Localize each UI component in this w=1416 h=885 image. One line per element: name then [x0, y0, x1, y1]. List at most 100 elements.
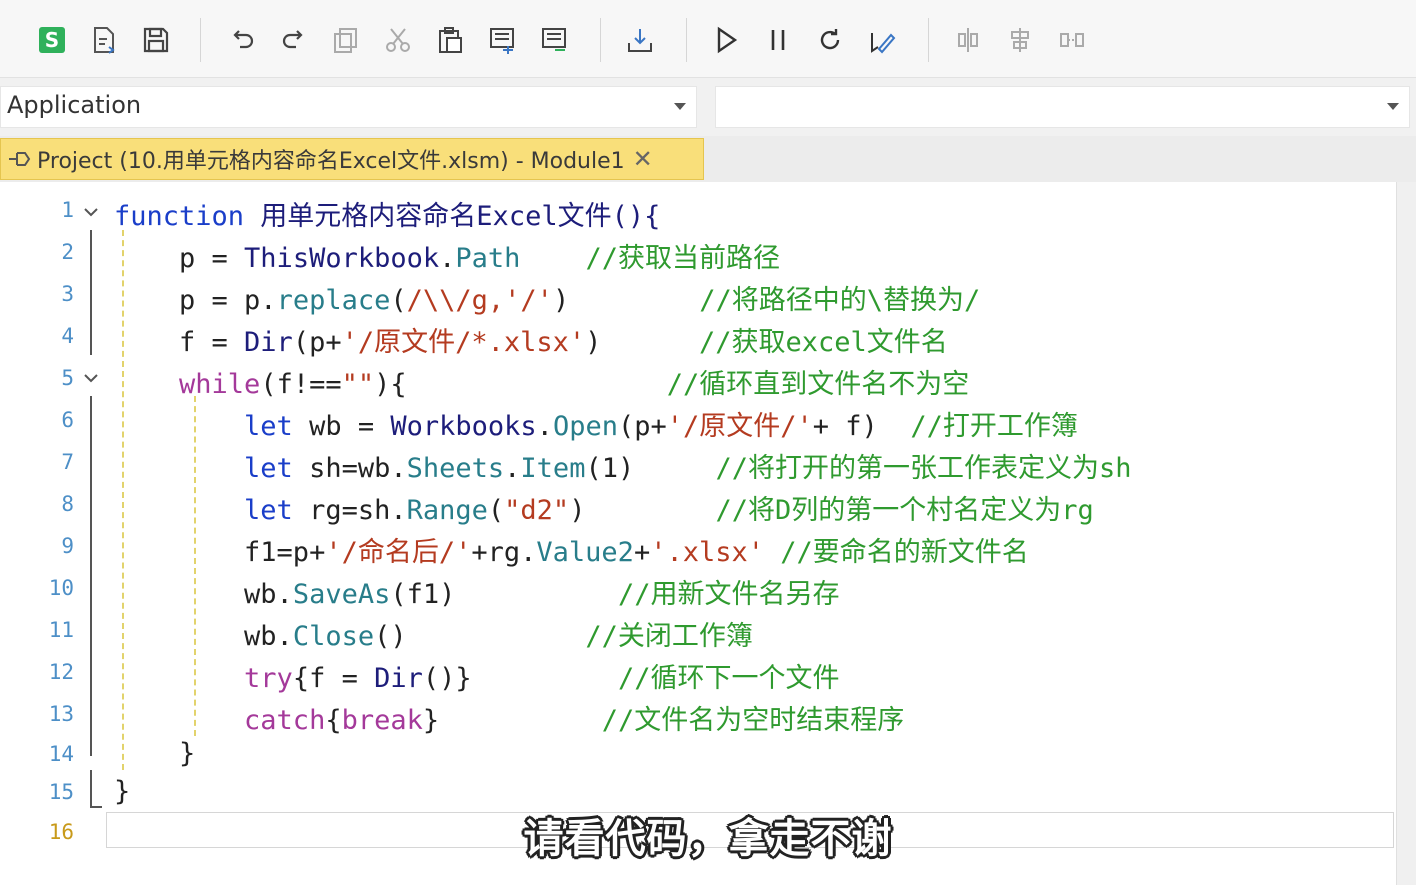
- code-text: (f!==: [260, 369, 342, 400]
- fold-line: [90, 396, 92, 756]
- s-logo-icon[interactable]: S: [34, 22, 70, 58]
- line-number: 2: [61, 240, 74, 264]
- function-name: 用单元格内容命名Excel文件(){: [244, 201, 661, 232]
- pause-icon[interactable]: [760, 22, 796, 58]
- property-token: SaveAs: [292, 579, 391, 610]
- tab-module1[interactable]: Project (10.用单元格内容命名Excel文件.xlsm) - Modu…: [0, 138, 704, 180]
- code-line-10: wb.SaveAs(f1) //用新文件名另存: [114, 572, 839, 612]
- line-number: 15: [48, 780, 74, 804]
- fold-chevron-icon[interactable]: [83, 370, 99, 386]
- code-text: }: [114, 776, 131, 807]
- code-text: f1=p+: [114, 537, 326, 568]
- paste-icon[interactable]: [432, 22, 468, 58]
- chevron-down-icon: [1387, 103, 1399, 110]
- string-token: '/原文件/*.xlsx': [341, 327, 586, 358]
- string-token: /\\/g,'/': [406, 285, 553, 316]
- indent-icon[interactable]: [484, 22, 520, 58]
- save-icon[interactable]: [138, 22, 174, 58]
- property-token: Range: [406, 495, 488, 526]
- keyword: while: [114, 369, 261, 400]
- line-number: 5: [61, 366, 74, 390]
- distribute-icon[interactable]: [1054, 22, 1090, 58]
- keyword: let: [114, 495, 293, 526]
- object-dropdown[interactable]: Application: [0, 86, 697, 128]
- procedure-dropdown[interactable]: [715, 86, 1410, 128]
- property-token: Open: [552, 411, 618, 442]
- align-center-icon[interactable]: [1002, 22, 1038, 58]
- line-number: 8: [61, 492, 74, 516]
- object-token: Workbooks: [390, 411, 537, 442]
- line-number: 11: [48, 618, 74, 642]
- code-text: }: [422, 705, 440, 736]
- comment: //循环直到文件名不为空: [406, 369, 970, 400]
- undo-icon[interactable]: [224, 22, 260, 58]
- outdent-icon[interactable]: [536, 22, 572, 58]
- code-text: ): [552, 285, 570, 316]
- code-text: {: [325, 705, 342, 736]
- chevron-down-icon: [674, 103, 686, 110]
- code-text: ){: [374, 369, 407, 400]
- export-icon[interactable]: [86, 22, 122, 58]
- insert-module-icon[interactable]: [622, 22, 658, 58]
- line-number: 3: [61, 282, 74, 306]
- code-text: .: [439, 243, 456, 274]
- pin-icon: [9, 152, 31, 166]
- property-token: Close: [292, 621, 375, 652]
- code-text: wb.: [114, 579, 293, 610]
- svg-text:S: S: [45, 28, 59, 52]
- object-token: Dir: [374, 663, 423, 694]
- code-text: {f =: [292, 663, 375, 694]
- fold-chevron-icon[interactable]: [83, 204, 99, 220]
- close-icon[interactable]: ✕: [633, 145, 653, 173]
- code-text: }: [114, 738, 196, 769]
- code-line-9: f1=p+'/命名后/'+rg.Value2+'.xlsx' //要命名的新文件…: [114, 530, 1029, 570]
- reset-icon[interactable]: [812, 22, 848, 58]
- align-icon[interactable]: [950, 22, 986, 58]
- code-text: (1): [585, 453, 635, 484]
- code-text: p =: [114, 243, 245, 274]
- code-line-2: p = ThisWorkbook.Path //获取当前路径: [114, 236, 780, 276]
- redo-icon[interactable]: [276, 22, 312, 58]
- vertical-scrollbar[interactable]: [1396, 182, 1416, 885]
- keyword: let: [114, 411, 293, 442]
- comment: //用新文件名另存: [455, 579, 840, 610]
- code-text: (p+: [292, 327, 342, 358]
- comment: //循环下一个文件: [471, 663, 840, 694]
- line-number: 10: [48, 576, 74, 600]
- code-text: (p+: [617, 411, 667, 442]
- tab-bar: Project (10.用单元格内容命名Excel文件.xlsm) - Modu…: [0, 136, 1416, 182]
- fold-line: [90, 770, 92, 808]
- code-text: f =: [114, 327, 245, 358]
- code-line-7: let sh=wb.Sheets.Item(1) //将打开的第一张工作表定义为…: [114, 446, 1132, 486]
- toolbar-separator: [928, 18, 929, 62]
- line-number: 1: [61, 198, 74, 222]
- cut-icon[interactable]: [380, 22, 416, 58]
- object-dropdown-value: Application: [7, 91, 142, 119]
- string-token: '.xlsx': [650, 537, 764, 568]
- property-token: Value2: [536, 537, 634, 568]
- string-token: '/原文件/': [666, 411, 813, 442]
- code-text: ): [569, 495, 586, 526]
- toolbar: S: [0, 0, 1416, 78]
- keyword: let: [114, 453, 293, 484]
- run-icon[interactable]: [708, 22, 744, 58]
- line-number: 4: [61, 324, 74, 348]
- code-line-3: p = p.replace(/\\/g,'/') //将路径中的\替换为/: [114, 278, 980, 318]
- line-number: 9: [61, 534, 74, 558]
- string-token: "": [341, 369, 375, 400]
- line-number: 13: [48, 702, 74, 726]
- property-token: replace: [276, 285, 391, 316]
- code-text: + f): [812, 411, 878, 442]
- keyword: catch: [114, 705, 326, 736]
- property-token: Path: [455, 243, 521, 274]
- code-text: rg=sh.: [292, 495, 407, 526]
- copy-icon[interactable]: [328, 22, 364, 58]
- code-text: wb =: [292, 411, 391, 442]
- line-number: 14: [48, 742, 74, 766]
- code-text: ): [585, 327, 602, 358]
- design-mode-icon[interactable]: [864, 22, 900, 58]
- code-text: ()}: [422, 663, 472, 694]
- property-token: Sheets: [406, 453, 505, 484]
- code-editor[interactable]: 1 2 3 4 5 6 7 8 9 10 11 12 13 14 15 16 f…: [0, 182, 1396, 885]
- code-text: p = p.: [114, 285, 277, 316]
